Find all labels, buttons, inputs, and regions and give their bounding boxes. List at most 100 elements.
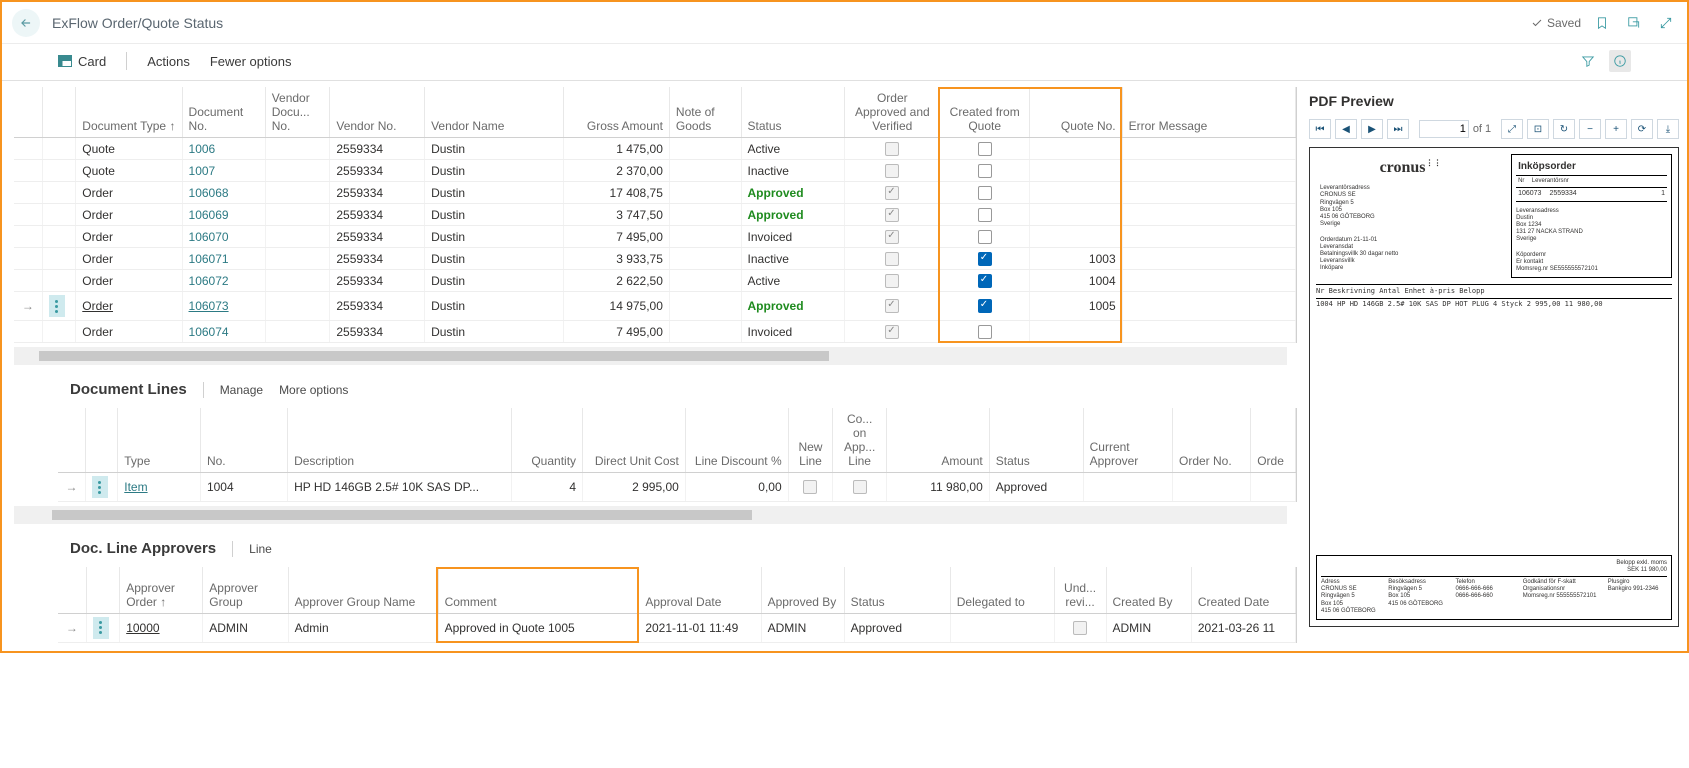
h-scroll[interactable] [14, 347, 1287, 365]
filter-icon[interactable] [1577, 50, 1599, 72]
doc-lines-manage[interactable]: Manage [220, 383, 263, 397]
col-appr-delegated[interactable]: Delegated to [950, 567, 1054, 613]
row-menu-button[interactable] [49, 295, 65, 317]
col-appr-order[interactable]: Approver Order ↑ [120, 567, 203, 613]
col-order-no[interactable]: Order No. [1172, 408, 1250, 473]
back-button[interactable] [12, 9, 40, 37]
cell-doc-no[interactable]: 106070 [189, 230, 229, 244]
pdf-last-page-icon[interactable]: ⏭ [1387, 119, 1409, 139]
col-vendor-no[interactable]: Vendor No. [330, 87, 425, 138]
view-card-button[interactable]: Card [58, 54, 106, 69]
cfq-checkbox[interactable] [978, 274, 992, 288]
bookmark-icon[interactable] [1591, 12, 1613, 34]
actions-menu[interactable]: Actions [147, 54, 190, 69]
cfq-checkbox[interactable] [978, 164, 992, 178]
approvers-table[interactable]: Approver Order ↑ Approver Group Approver… [58, 567, 1296, 643]
col-description[interactable]: Description [288, 408, 511, 473]
pdf-rotate-icon[interactable]: ↻ [1553, 119, 1575, 139]
col-doc-no[interactable]: Document No. [182, 87, 265, 138]
col-quote-no[interactable]: Quote No. [1030, 87, 1122, 138]
col-note-goods[interactable]: Note of Goods [669, 87, 741, 138]
info-pane-icon[interactable] [1609, 50, 1631, 72]
pdf-first-page-icon[interactable]: ⏮ [1309, 119, 1331, 139]
col-gross-amount[interactable]: Gross Amount [563, 87, 669, 138]
h-scroll-2[interactable] [14, 506, 1287, 524]
col-appr-by[interactable]: Approved By [761, 567, 844, 613]
col-appr-created-by[interactable]: Created By [1106, 567, 1191, 613]
col-appr-created-date[interactable]: Created Date [1191, 567, 1295, 613]
cfq-checkbox[interactable] [978, 252, 992, 266]
doc-lines-more[interactable]: More options [279, 383, 348, 397]
cell-doc-no[interactable]: 1006 [189, 142, 216, 156]
pdf-zoom-actual-icon[interactable]: ⊡ [1527, 119, 1549, 139]
order-row[interactable]: Quote 1007 2559334 Dustin 2 370,00 Inact… [14, 160, 1296, 182]
doc-line-row[interactable]: → Item 1004 HP HD 146GB 2.5# 10K SAS DP.… [58, 473, 1296, 502]
col-doc-type[interactable]: Document Type ↑ [76, 87, 182, 138]
pdf-zoom-out-icon[interactable]: − [1579, 119, 1601, 139]
col-type[interactable]: Type [118, 408, 201, 473]
order-row[interactable]: Order 106074 2559334 Dustin 7 495,00 Inv… [14, 321, 1296, 343]
order-row[interactable]: Order 106068 2559334 Dustin 17 408,75 Ap… [14, 182, 1296, 204]
cfq-checkbox[interactable] [978, 186, 992, 200]
cell-doc-no[interactable]: 106072 [189, 274, 229, 288]
pdf-download-icon[interactable]: ⤓ [1657, 119, 1679, 139]
approver-row[interactable]: → 10000 ADMIN Admin Approved in Quote 10… [58, 613, 1296, 642]
col-appr-comment[interactable]: Comment [438, 567, 639, 613]
approvers-line[interactable]: Line [249, 542, 272, 556]
cell-doc-no[interactable]: 1007 [189, 164, 216, 178]
col-error-message[interactable]: Error Message [1122, 87, 1295, 138]
pdf-next-page-icon[interactable]: ▶ [1361, 119, 1383, 139]
pdf-prev-page-icon[interactable]: ◀ [1335, 119, 1357, 139]
pdf-refresh-icon[interactable]: ⟳ [1631, 119, 1653, 139]
col-appr-status[interactable]: Status [844, 567, 950, 613]
pdf-zoom-in-icon[interactable]: + [1605, 119, 1627, 139]
order-row[interactable]: Order 106069 2559334 Dustin 3 747,50 App… [14, 204, 1296, 226]
cell-type[interactable]: Item [124, 480, 147, 494]
pdf-page-input[interactable] [1419, 120, 1469, 138]
col-order-approved-verified[interactable]: Order Approved and Verified [845, 87, 940, 138]
cfq-checkbox[interactable] [978, 325, 992, 339]
cfq-checkbox[interactable] [978, 230, 992, 244]
cell-doc-no[interactable]: 106069 [189, 208, 229, 222]
col-curr-appr[interactable]: Current Approver [1083, 408, 1172, 473]
row-menu-button[interactable] [92, 476, 108, 498]
col-newline[interactable]: New Line [788, 408, 833, 473]
col-no[interactable]: No. [200, 408, 287, 473]
col-status[interactable]: Status [741, 87, 845, 138]
col-disc[interactable]: Line Discount % [685, 408, 788, 473]
detach-icon[interactable] [1623, 12, 1645, 34]
cell-doc-no[interactable]: 106071 [189, 252, 229, 266]
fewer-options[interactable]: Fewer options [210, 54, 292, 69]
col-quantity[interactable]: Quantity [511, 408, 583, 473]
col-coapp[interactable]: Co... on App... Line [833, 408, 887, 473]
order-row[interactable]: Order 106071 2559334 Dustin 3 933,75 Ina… [14, 248, 1296, 270]
col-appr-und[interactable]: Und... revi... [1054, 567, 1106, 613]
orders-table[interactable]: Document Type ↑ Document No. Vendor Docu… [14, 87, 1296, 343]
order-row[interactable]: Order 106070 2559334 Dustin 7 495,00 Inv… [14, 226, 1296, 248]
col-created-from-quote[interactable]: Created from Quote [940, 87, 1030, 138]
cfq-checkbox[interactable] [978, 299, 992, 313]
collapse-icon[interactable] [1655, 12, 1677, 34]
doc-lines-table[interactable]: Type No. Description Quantity Direct Uni… [58, 408, 1296, 502]
pdf-zoom-fit-icon[interactable]: ⤢ [1501, 119, 1523, 139]
cell-doc-no[interactable]: 106074 [189, 325, 229, 339]
pdf-document[interactable]: cronus⋮⋮ Leverantörsadress CRONUS SE Rin… [1309, 147, 1679, 627]
order-row[interactable]: → Order 106073 2559334 Dustin 14 975,00 … [14, 292, 1296, 321]
cell-appr-order[interactable]: 10000 [126, 621, 159, 635]
col-appr-date[interactable]: Approval Date [639, 567, 761, 613]
col-appr-group[interactable]: Approver Group [203, 567, 288, 613]
cell-doc-no[interactable]: 106073 [189, 299, 229, 313]
col-appr-group-name[interactable]: Approver Group Name [288, 567, 438, 613]
col-ordel[interactable]: Orde [1251, 408, 1296, 473]
cfq-checkbox[interactable] [978, 208, 992, 222]
order-row[interactable]: Order 106072 2559334 Dustin 2 622,50 Act… [14, 270, 1296, 292]
col-vendor-name[interactable]: Vendor Name [425, 87, 564, 138]
row-menu-button[interactable] [93, 617, 109, 639]
cell-doc-no[interactable]: 106068 [189, 186, 229, 200]
col-duc[interactable]: Direct Unit Cost [583, 408, 686, 473]
col-amount[interactable]: Amount [886, 408, 989, 473]
col-vendor-docu-no[interactable]: Vendor Docu... No. [265, 87, 330, 138]
cfq-checkbox[interactable] [978, 142, 992, 156]
col-dl-status[interactable]: Status [989, 408, 1083, 473]
order-row[interactable]: Quote 1006 2559334 Dustin 1 475,00 Activ… [14, 138, 1296, 160]
